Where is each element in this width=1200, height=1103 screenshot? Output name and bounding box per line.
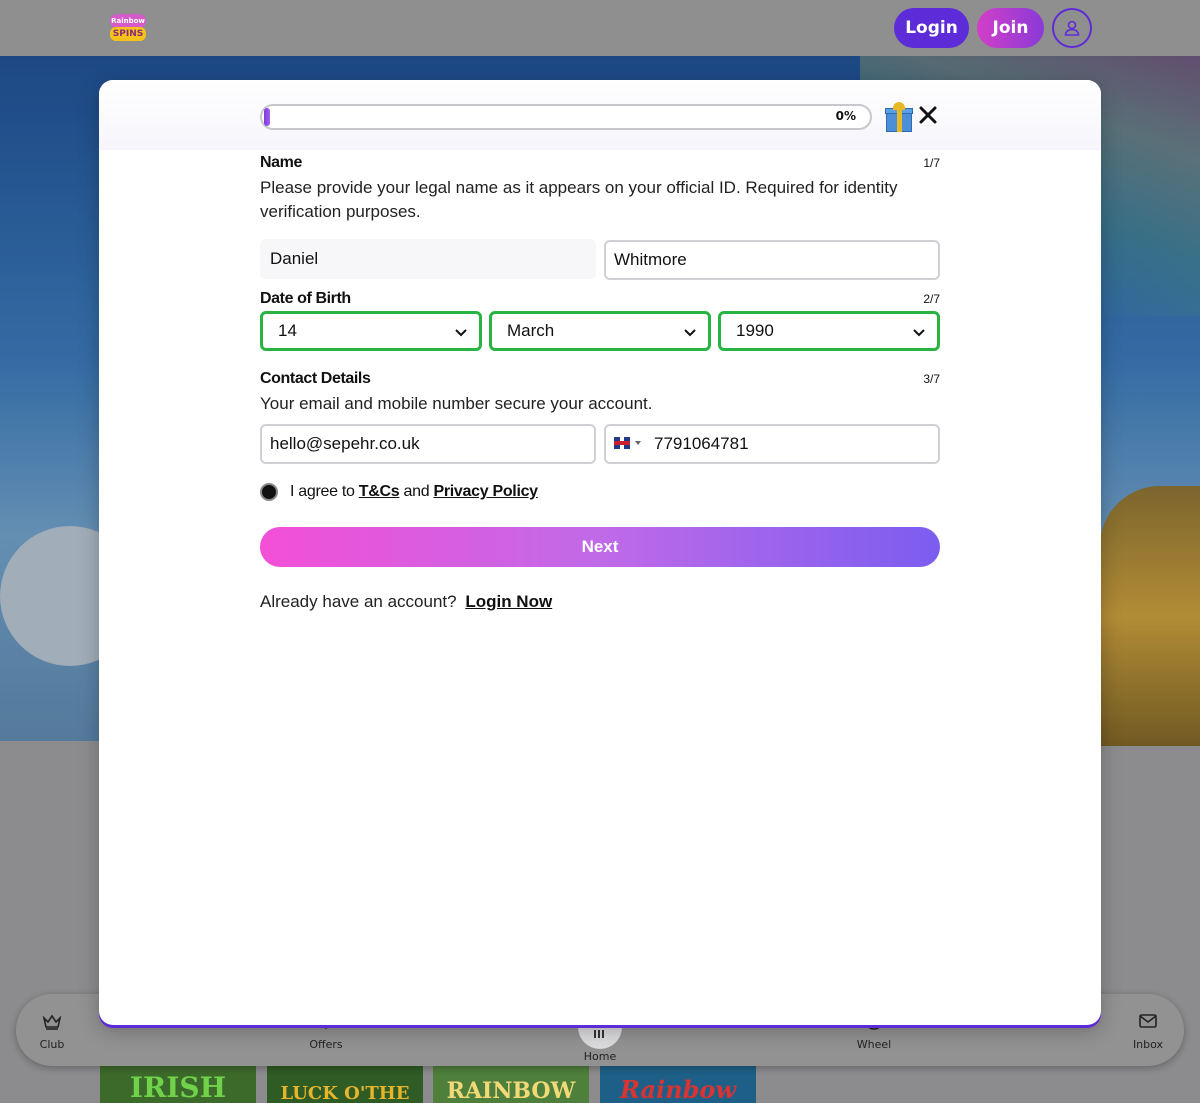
- phone-field[interactable]: 7791064781: [604, 424, 940, 464]
- dob-year-value: 1990: [736, 321, 774, 340]
- registration-modal: 0% Name 1/7 Please provide your legal na…: [99, 80, 1101, 1025]
- dob-section-title: Date of Birth: [260, 290, 351, 307]
- nav-item-inbox[interactable]: Inbox: [1108, 1010, 1188, 1051]
- crown-icon: [42, 1014, 62, 1030]
- chevron-down-icon: [455, 329, 467, 337]
- phone-value: 7791064781: [654, 434, 749, 453]
- logo-text-bottom: SPINS: [110, 27, 146, 41]
- name-section-description: Please provide your legal name as it app…: [260, 178, 898, 221]
- dob-year-select[interactable]: 1990: [718, 311, 940, 351]
- dob-step-indicator: 2/7: [923, 292, 940, 306]
- header-join-button[interactable]: Join: [977, 8, 1044, 48]
- game-title: IRISH: [129, 1071, 227, 1103]
- terms-agreement: I agree to T&Cs and Privacy Policy: [260, 482, 538, 502]
- dob-month-value: March: [507, 321, 555, 340]
- agree-and: and: [403, 483, 430, 500]
- nav-label: Home: [583, 1050, 617, 1063]
- close-icon[interactable]: [917, 104, 939, 126]
- nav-item-home[interactable]: Home: [560, 1022, 640, 1063]
- contact-step-indicator: 3/7: [923, 372, 940, 386]
- dob-day-select[interactable]: 14: [260, 311, 482, 351]
- header-login-button[interactable]: Login: [894, 8, 969, 48]
- already-account-label: Already have an account?: [260, 592, 457, 611]
- name-section-title: Name: [260, 154, 302, 171]
- nav-label: Offers: [309, 1038, 343, 1051]
- nav-label: Inbox: [1132, 1038, 1164, 1051]
- terms-link[interactable]: T&Cs: [359, 483, 400, 501]
- login-now-link[interactable]: Login Now: [465, 592, 552, 611]
- chevron-down-icon: [913, 329, 925, 337]
- first-name-field[interactable]: Daniel: [260, 239, 596, 279]
- dob-day-value: 14: [278, 321, 297, 340]
- nav-label: Wheel: [856, 1038, 892, 1051]
- game-title: LUCK O'THE: [280, 1083, 410, 1103]
- email-field[interactable]: hello@sepehr.co.uk: [260, 424, 596, 464]
- caret-down-icon[interactable]: [635, 441, 641, 445]
- pot-of-gold-graphic: [1100, 486, 1200, 746]
- uk-flag-icon[interactable]: [614, 437, 630, 449]
- user-icon: [1064, 20, 1080, 36]
- nav-item-club[interactable]: Club: [12, 1010, 92, 1051]
- logo-text-top: Rainbow: [110, 14, 146, 28]
- progress-fill: [264, 108, 270, 126]
- game-title: Rainbow: [619, 1075, 737, 1103]
- last-name-field[interactable]: Whitmore: [604, 240, 940, 280]
- contact-section-description: Your email and mobile number secure your…: [260, 394, 653, 413]
- nav-label: Club: [39, 1038, 65, 1051]
- site-logo[interactable]: Rainbow SPINS: [108, 12, 148, 44]
- profile-button[interactable]: [1052, 8, 1092, 48]
- mail-icon: [1139, 1014, 1157, 1028]
- chevron-down-icon: [684, 329, 696, 337]
- agree-checkbox[interactable]: [260, 483, 278, 501]
- contact-section-title: Contact Details: [260, 370, 371, 387]
- progress-percent: 0%: [835, 109, 856, 123]
- next-button[interactable]: Next: [260, 527, 940, 567]
- home-icon: [594, 1030, 604, 1038]
- privacy-policy-link[interactable]: Privacy Policy: [433, 483, 538, 501]
- agree-prefix: I agree to: [290, 483, 355, 500]
- already-account-text: Already have an account? Login Now: [260, 592, 552, 612]
- gift-icon[interactable]: [885, 102, 913, 132]
- game-title: RAINBOW: [446, 1078, 576, 1103]
- progress-bar: 0%: [260, 104, 872, 130]
- dob-month-select[interactable]: March: [489, 311, 711, 351]
- name-step-indicator: 1/7: [923, 156, 940, 170]
